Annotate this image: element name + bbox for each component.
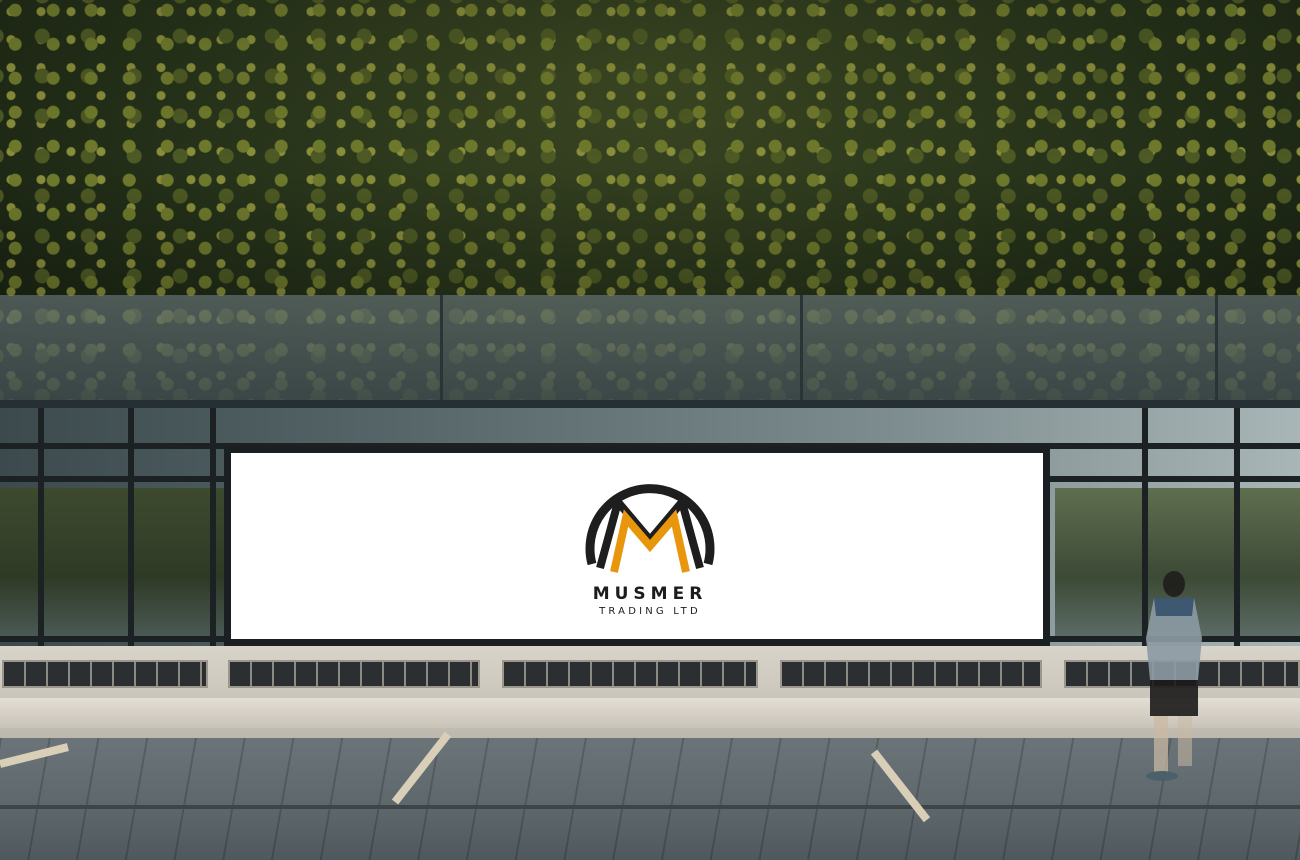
canopy-seam bbox=[800, 295, 803, 407]
bench-ledge bbox=[0, 698, 1300, 728]
bus-shelter-scene: MUSMER TRADING LTD bbox=[0, 0, 1300, 860]
brand-name: MUSMER bbox=[592, 584, 708, 604]
glass-frame-post bbox=[1234, 408, 1240, 648]
m-monogram-logo-icon bbox=[585, 484, 715, 573]
tile-strip bbox=[780, 660, 1042, 688]
glass-canopy-roof bbox=[0, 295, 1300, 413]
tile-strip bbox=[2, 660, 208, 688]
tile-strip bbox=[502, 660, 758, 688]
glass-frame-post bbox=[210, 408, 216, 648]
pedestrian-figure-icon bbox=[1146, 571, 1202, 781]
glass-frame-post bbox=[38, 408, 44, 648]
canopy-edge bbox=[0, 400, 1300, 408]
background-trees-left bbox=[0, 488, 225, 638]
canopy-seam bbox=[1215, 295, 1218, 407]
pavement bbox=[0, 738, 1300, 860]
glass-frame-post bbox=[128, 408, 134, 648]
canopy-seam bbox=[440, 295, 443, 407]
tile-strip bbox=[228, 660, 480, 688]
curb-line bbox=[0, 805, 1300, 809]
brand-tagline: TRADING LTD bbox=[599, 606, 701, 617]
